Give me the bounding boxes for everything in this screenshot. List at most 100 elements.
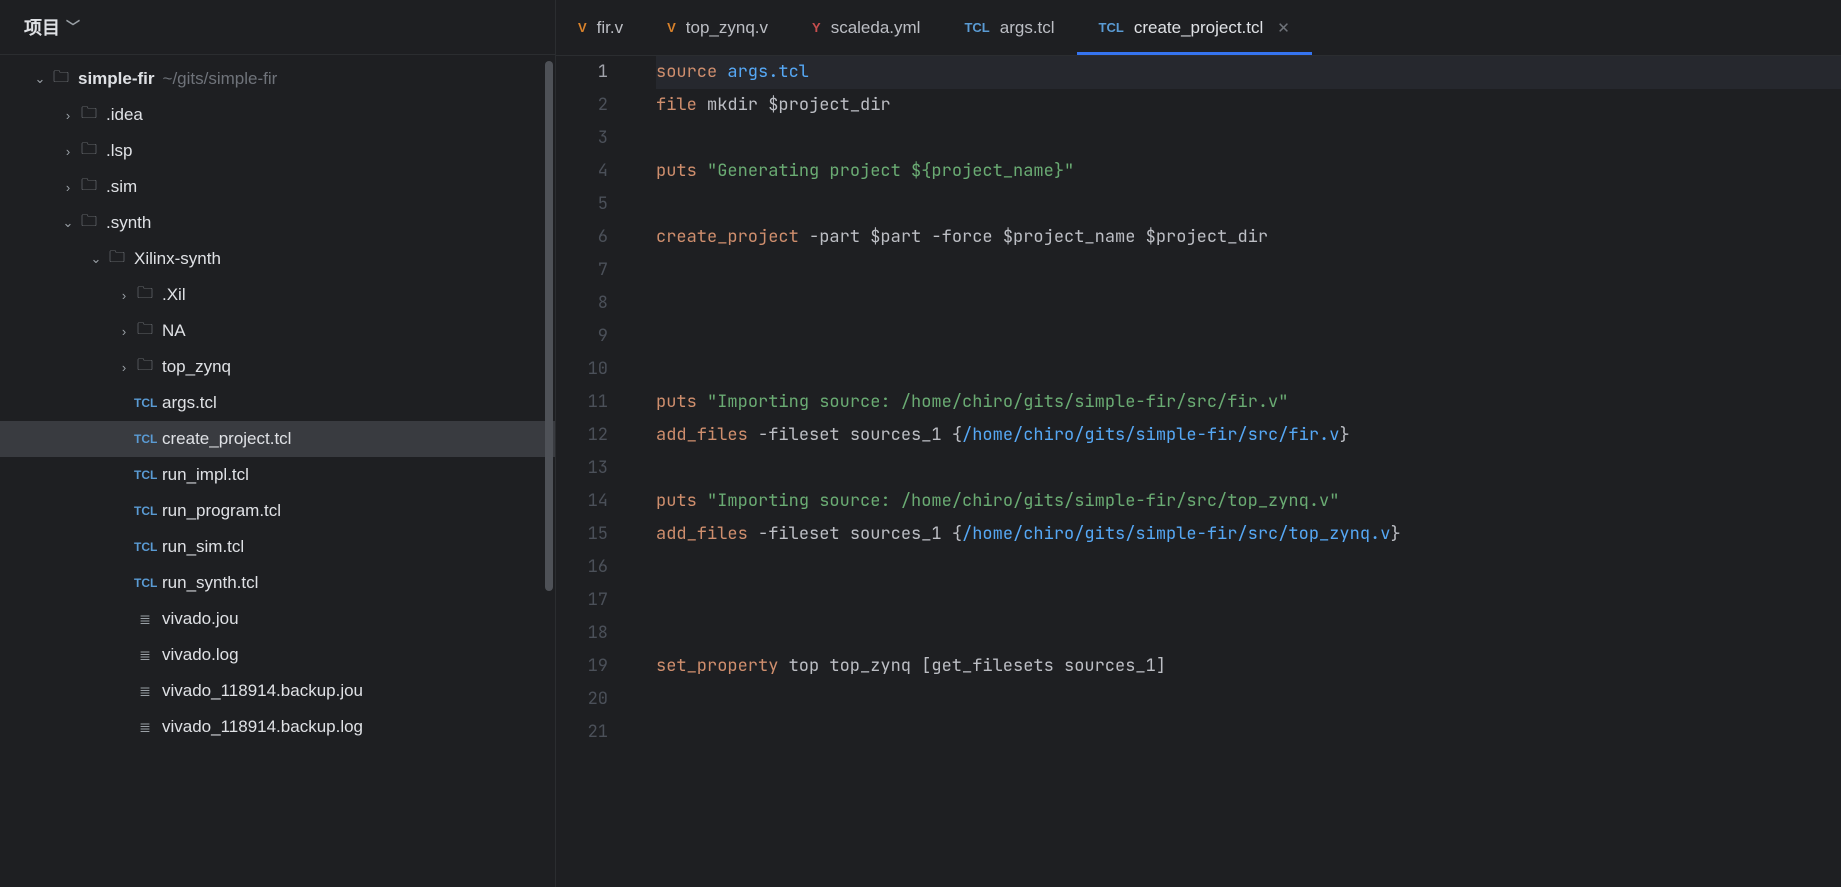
code-line[interactable]: [656, 188, 1841, 221]
editor-tab[interactable]: Vfir.v: [556, 0, 645, 55]
code-line[interactable]: [656, 353, 1841, 386]
code-line[interactable]: [656, 254, 1841, 287]
editor-tab[interactable]: TCLargs.tcl: [942, 0, 1076, 55]
code-line[interactable]: [656, 584, 1841, 617]
code-token: puts: [656, 160, 697, 182]
code-token: -force: [931, 226, 992, 248]
chevron-down-icon[interactable]: ⌄: [58, 215, 78, 231]
line-number[interactable]: 9: [556, 320, 608, 353]
tree-folder[interactable]: ⌄🗀.synth: [0, 205, 555, 241]
tab-label: fir.v: [597, 18, 623, 38]
editor-tab[interactable]: TCLcreate_project.tcl✕: [1077, 0, 1312, 55]
code-line[interactable]: [656, 617, 1841, 650]
editor-tab[interactable]: Yscaleda.yml: [790, 0, 942, 55]
code-line[interactable]: set_property top top_zynq [get_filesets …: [656, 650, 1841, 683]
line-number[interactable]: 17: [556, 584, 608, 617]
tree-file[interactable]: ≣vivado_118914.backup.jou: [0, 673, 555, 709]
line-number[interactable]: 5: [556, 188, 608, 221]
editor-tab[interactable]: Vtop_zynq.v: [645, 0, 790, 55]
line-number[interactable]: 1: [556, 56, 608, 89]
tree-folder[interactable]: ›🗀.Xil: [0, 277, 555, 313]
code-token: sources_1 {: [840, 424, 962, 446]
code-token: }: [1339, 424, 1349, 446]
line-number[interactable]: 20: [556, 683, 608, 716]
line-number[interactable]: 16: [556, 551, 608, 584]
tree-file[interactable]: ≣vivado_118914.backup.log: [0, 709, 555, 745]
line-number[interactable]: 10: [556, 353, 608, 386]
file-tree[interactable]: ⌄ 🗀 simple-fir ~/gits/simple-fir ›🗀.idea…: [0, 55, 555, 887]
close-icon[interactable]: ✕: [1277, 19, 1290, 37]
tcl-file-icon: TCL: [134, 468, 156, 482]
line-number[interactable]: 2: [556, 89, 608, 122]
code-line[interactable]: [656, 452, 1841, 485]
code-line[interactable]: [656, 122, 1841, 155]
line-number[interactable]: 18: [556, 617, 608, 650]
tree-item-label: vivado.log: [162, 645, 239, 665]
code-line[interactable]: add_files -fileset sources_1 {/home/chir…: [656, 419, 1841, 452]
tree-root-name: simple-fir: [78, 69, 155, 89]
sidebar-header[interactable]: 项目 ﹀: [0, 0, 555, 55]
code-line[interactable]: add_files -fileset sources_1 {/home/chir…: [656, 518, 1841, 551]
tree-file[interactable]: TCLrun_program.tcl: [0, 493, 555, 529]
code-line[interactable]: puts "Importing source: /home/chiro/gits…: [656, 386, 1841, 419]
tree-file[interactable]: ≣vivado.log: [0, 637, 555, 673]
tree-file[interactable]: TCLrun_impl.tcl: [0, 457, 555, 493]
code-line[interactable]: source args.tcl: [656, 56, 1841, 89]
chevron-down-icon[interactable]: ⌄: [30, 71, 50, 87]
line-number[interactable]: 8: [556, 287, 608, 320]
tree-item-label: vivado.jou: [162, 609, 239, 629]
line-number[interactable]: 13: [556, 452, 608, 485]
tree-folder[interactable]: ›🗀.lsp: [0, 133, 555, 169]
line-number[interactable]: 14: [556, 485, 608, 518]
code-line[interactable]: [656, 287, 1841, 320]
line-number[interactable]: 11: [556, 386, 608, 419]
tcl-file-icon: TCL: [134, 432, 156, 446]
tree-folder[interactable]: ⌄🗀Xilinx-synth: [0, 241, 555, 277]
scrollbar-thumb[interactable]: [545, 61, 553, 591]
code-line[interactable]: puts "Generating project ${project_name}…: [656, 155, 1841, 188]
line-number[interactable]: 12: [556, 419, 608, 452]
line-number[interactable]: 6: [556, 221, 608, 254]
line-number[interactable]: 7: [556, 254, 608, 287]
code-line[interactable]: puts "Importing source: /home/chiro/gits…: [656, 485, 1841, 518]
line-number[interactable]: 15: [556, 518, 608, 551]
line-number[interactable]: 21: [556, 716, 608, 749]
tree-file[interactable]: TCLrun_sim.tcl: [0, 529, 555, 565]
tree-folder[interactable]: ›🗀.idea: [0, 97, 555, 133]
folder-icon: 🗀: [106, 246, 128, 273]
code-line[interactable]: [656, 551, 1841, 584]
code-token: mkdir: [697, 94, 768, 116]
tree-root[interactable]: ⌄ 🗀 simple-fir ~/gits/simple-fir: [0, 61, 555, 97]
tree-item-label: top_zynq: [162, 357, 231, 377]
code-token: $project_name: [1003, 226, 1136, 248]
code-token: "Generating project ${project_name}": [707, 160, 1074, 182]
chevron-right-icon[interactable]: ›: [58, 144, 78, 159]
code-line[interactable]: [656, 320, 1841, 353]
tree-folder[interactable]: ›🗀top_zynq: [0, 349, 555, 385]
tree-file[interactable]: TCLargs.tcl: [0, 385, 555, 421]
code-line[interactable]: [656, 683, 1841, 716]
code-token: [993, 226, 1003, 248]
tree-folder[interactable]: ›🗀.sim: [0, 169, 555, 205]
tree-file[interactable]: TCL create_project.tcl: [0, 421, 555, 457]
code-line[interactable]: file mkdir $project_dir: [656, 89, 1841, 122]
text-file-icon: ≣: [134, 719, 156, 736]
code-area[interactable]: source args.tclfile mkdir $project_dirpu…: [628, 56, 1841, 887]
code-line[interactable]: create_project -part $part -force $proje…: [656, 221, 1841, 254]
tree-item-label: create_project.tcl: [162, 429, 291, 449]
chevron-right-icon[interactable]: ›: [58, 180, 78, 195]
chevron-right-icon[interactable]: ›: [114, 360, 134, 375]
chevron-right-icon[interactable]: ›: [114, 324, 134, 339]
tree-file[interactable]: TCLrun_synth.tcl: [0, 565, 555, 601]
code-line[interactable]: [656, 716, 1841, 749]
line-number[interactable]: 19: [556, 650, 608, 683]
tab-label: top_zynq.v: [686, 18, 768, 38]
chevron-right-icon[interactable]: ›: [114, 288, 134, 303]
chevron-right-icon[interactable]: ›: [58, 108, 78, 123]
tree-file[interactable]: ≣vivado.jou: [0, 601, 555, 637]
chevron-down-icon[interactable]: ⌄: [86, 251, 106, 267]
line-number[interactable]: 3: [556, 122, 608, 155]
tab-bar: Vfir.vVtop_zynq.vYscaleda.ymlTCLargs.tcl…: [556, 0, 1841, 56]
tree-folder[interactable]: ›🗀NA: [0, 313, 555, 349]
line-number[interactable]: 4: [556, 155, 608, 188]
